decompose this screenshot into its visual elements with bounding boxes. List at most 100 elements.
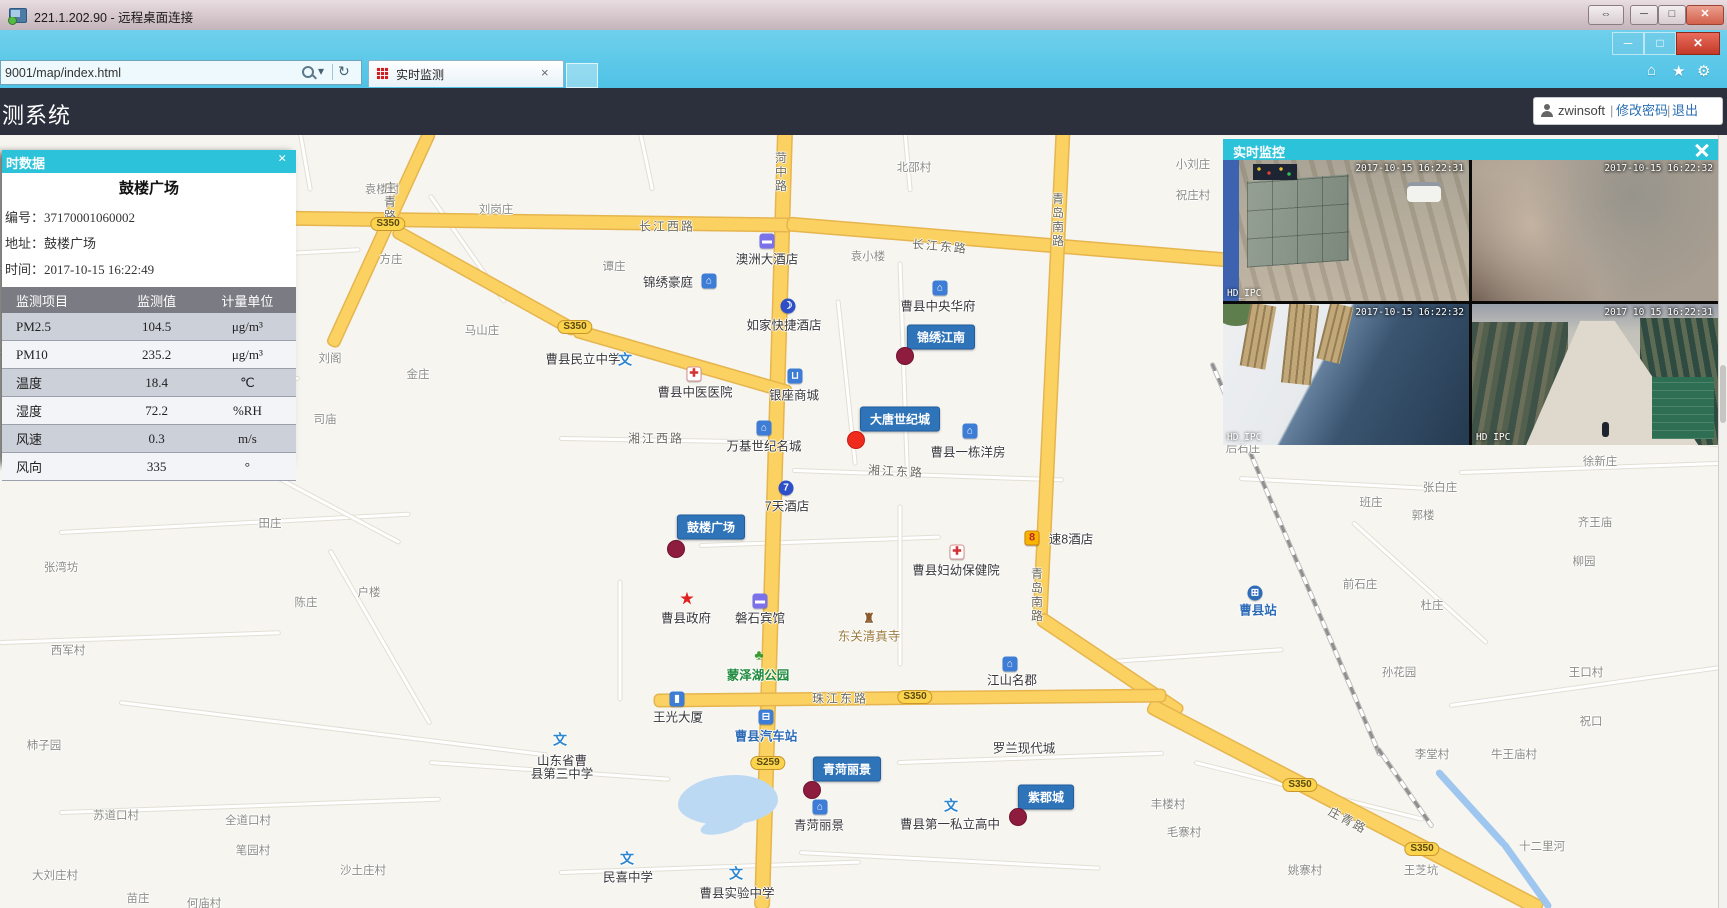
camera-timestamp: 2017-10-15 16:22:32 <box>1604 163 1713 174</box>
cell: 235.2 <box>114 341 198 369</box>
rdp-titlebar[interactable]: 221.1.202.90 - 远程桌面连接 ⇔ ─ □ ✕ <box>0 0 1727 31</box>
map-village-label: 前石庄 <box>1343 576 1378 592</box>
data-panel-header[interactable]: 时数据 × <box>2 150 296 173</box>
map-poi-label[interactable]: 曹县中央华府 <box>900 301 975 314</box>
cell: 湿度 <box>2 397 114 425</box>
map-poi-label[interactable]: 曹县中医医院 <box>657 387 732 400</box>
tab-close-icon[interactable]: × <box>541 65 549 80</box>
realtime-data-panel: 时数据 × 鼓楼广场 编号：37170001060002地址：鼓楼广场时间：20… <box>2 150 296 463</box>
close-icon[interactable]: × <box>278 151 287 168</box>
minor-road <box>329 549 432 724</box>
map-village-label: 杜庄 <box>1421 597 1444 613</box>
moon-icon: ☽ <box>781 299 796 314</box>
station-label[interactable]: 鼓楼广场 <box>677 515 745 540</box>
map-poi-label[interactable]: 万基世纪名城 <box>726 441 801 454</box>
camera-feed-3[interactable]: 2017-10-15 16:22:32 HD_IPC <box>1223 304 1469 445</box>
map-poi-label[interactable]: 7天酒店 <box>765 501 809 514</box>
map-village-label: 小刘庄 <box>1176 156 1211 172</box>
video-content <box>1316 304 1353 364</box>
station-marker[interactable] <box>1009 808 1027 826</box>
search-icon[interactable] <box>302 66 314 78</box>
window-minimize-button[interactable]: ─ <box>1612 32 1644 55</box>
home-icon[interactable]: ⌂ <box>1647 62 1656 79</box>
bus-icon: ⊟ <box>759 710 774 725</box>
window-maximize-button[interactable]: □ <box>1644 32 1676 55</box>
road-shield: S259 <box>750 756 785 770</box>
map-poi-label[interactable]: 曹县一栋洋房 <box>930 447 1005 460</box>
cross-icon: ✚ <box>950 545 965 560</box>
camera-feed-1[interactable]: 2017-10-15 16:22:31 HD_IPC <box>1223 160 1469 301</box>
map-poi-label[interactable]: 罗兰现代城 <box>993 743 1056 756</box>
map-poi-label[interactable]: 如家快捷酒店 <box>746 320 821 333</box>
map-poi-label[interactable]: 王光大厦 <box>653 712 703 725</box>
map-village-label: 齐王庙 <box>1578 514 1613 530</box>
map-poi-label[interactable]: 曹县第一私立高中 <box>900 819 1000 832</box>
video-content <box>1652 377 1714 439</box>
rdp-minimize-button[interactable]: ─ <box>1630 5 1658 25</box>
map-village-label: 王芝坑 <box>1404 862 1439 878</box>
map-poi-label[interactable]: 曹县实验中学 <box>699 888 774 901</box>
map-village-label: 柳园 <box>1573 553 1596 569</box>
station-marker[interactable] <box>896 347 914 365</box>
rdp-maximize-button[interactable]: □ <box>1658 5 1686 25</box>
change-password-link[interactable]: 修改密码 <box>1616 98 1668 123</box>
road-name-label: 长江东路 <box>911 235 968 257</box>
map-poi-label[interactable]: 东关清真寺 <box>838 631 901 644</box>
browser-tab[interactable]: 实时监测 × <box>368 60 564 87</box>
station-name-title: 鼓楼广场 <box>2 177 296 198</box>
station-marker[interactable] <box>803 781 821 799</box>
map-poi-label[interactable]: 曹县民立中学 <box>545 354 620 367</box>
camera-feed-4[interactable]: 2017 10 15 16:22:31 HD IPC <box>1472 304 1718 445</box>
divider <box>332 64 333 80</box>
station-label[interactable]: 大唐世纪城 <box>860 407 940 432</box>
minor-road <box>0 631 280 644</box>
map-poi-label[interactable]: 磐石宾馆 <box>735 613 785 626</box>
minor-road <box>1240 477 1450 491</box>
map-poi-label[interactable]: 澳洲大酒店 <box>736 254 799 267</box>
map-village-label: 祝庄村 <box>1176 187 1211 203</box>
station-label[interactable]: 青菏丽景 <box>813 757 881 782</box>
map-poi-label[interactable]: 曹县站 <box>1239 605 1277 618</box>
address-bar-icons: ▾ ↻ <box>300 63 358 83</box>
road-shield: S350 <box>1282 778 1317 792</box>
map-poi-label[interactable]: 山东省曹 县第三中学 <box>531 755 594 781</box>
map-poi-label[interactable]: 曹县政府 <box>661 613 711 626</box>
hotel-icon: ▬ <box>753 594 768 609</box>
video-panel-header[interactable]: 实时监控 <box>1223 139 1718 160</box>
map-poi-label[interactable]: 曹县汽车站 <box>735 731 798 744</box>
map-village-label: 李堂村 <box>1415 746 1450 762</box>
station-label[interactable]: 紫郡城 <box>1018 785 1074 810</box>
cell: 0.3 <box>114 425 198 453</box>
rdp-close-button[interactable]: ✕ <box>1686 5 1724 25</box>
map-poi-label[interactable]: 速8酒店 <box>1049 534 1093 547</box>
refresh-icon[interactable]: ↻ <box>338 63 350 80</box>
map-poi-label[interactable]: 蒙泽湖公园 <box>727 670 790 683</box>
new-tab-button[interactable] <box>566 63 598 88</box>
favorites-star-icon[interactable]: ★ <box>1672 62 1685 80</box>
camera-timestamp: 2017-10-15 16:22:32 <box>1355 307 1464 318</box>
station-marker[interactable] <box>667 540 685 558</box>
window-close-button[interactable]: ✕ <box>1676 32 1720 55</box>
map-poi-label[interactable]: 青菏丽景 <box>794 820 844 833</box>
rdp-resize-button[interactable]: ⇔ <box>1588 5 1624 25</box>
settings-gear-icon[interactable]: ⚙ <box>1697 62 1710 80</box>
map-village-label: 班庄 <box>1360 494 1383 510</box>
hotel-icon: ▬ <box>760 234 775 249</box>
logout-link[interactable]: 退出 <box>1672 98 1698 123</box>
chevron-down-icon[interactable]: ▾ <box>318 64 324 78</box>
scrollbar-thumb[interactable] <box>1720 365 1726 423</box>
map-poi-label[interactable]: 曹县妇幼保健院 <box>912 565 1000 578</box>
tab-favicon-icon <box>376 67 389 80</box>
station-label[interactable]: 锦绣江南 <box>907 325 975 350</box>
station-marker[interactable] <box>847 431 865 449</box>
map-poi-label[interactable]: 银座商城 <box>769 390 819 403</box>
camera-feed-2[interactable]: 2017-10-15 16:22:32 <box>1472 160 1718 301</box>
scrollbar-track[interactable] <box>1718 135 1727 908</box>
cell: ° <box>199 453 296 481</box>
map-poi-label[interactable]: 江山名郡 <box>987 675 1037 688</box>
map-poi-label[interactable]: 锦绣豪庭 <box>643 277 693 290</box>
expand-icon[interactable] <box>1695 143 1709 157</box>
col-header: 监测项目 <box>2 287 114 313</box>
minor-road <box>1098 648 1283 664</box>
map-poi-label[interactable]: 民喜中学 <box>603 872 653 885</box>
